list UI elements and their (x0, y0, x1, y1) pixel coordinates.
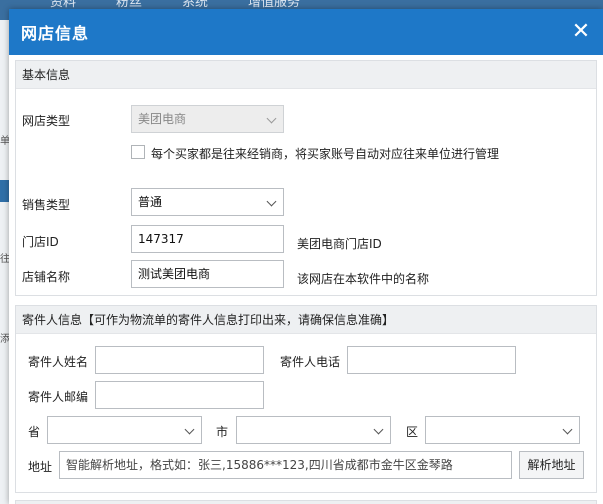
dialog-body: 基本信息 网店类型 美团电商 每个买家都是往来经销商，将买家账号自动对应往来单位… (9, 55, 603, 504)
store-id-hint: 美团电商门店ID (297, 237, 382, 251)
province-select[interactable] (47, 416, 202, 444)
shop-name-input[interactable]: 测试美团电商 (131, 260, 284, 288)
sender-phone-input[interactable] (347, 346, 516, 374)
background-menu: 资料 粉丝 系统 增值服务 (50, 0, 300, 8)
chevron-down-icon (266, 196, 277, 207)
store-id-label: 门店ID (22, 235, 59, 249)
shop-info-dialog: 网店信息 ✕ 基本信息 网店类型 美团电商 每个买家都是往来经销商，将买家账号自… (9, 9, 603, 504)
background-menu-item: 系统 (182, 0, 209, 8)
sender-phone-label: 寄件人电话 (280, 355, 341, 369)
sale-type-value: 普通 (138, 195, 163, 209)
sender-zip-label: 寄件人邮编 (28, 390, 89, 404)
sale-type-select[interactable]: 普通 (131, 188, 284, 216)
dialog-header: 网店信息 ✕ (9, 9, 603, 55)
dialog-title: 网店信息 (21, 24, 90, 43)
sender-info-section: 寄件人信息【可作为物流单的寄件人信息打印出来，请确保信息准确】 寄件人姓名 寄件… (15, 305, 597, 493)
province-label: 省 (28, 425, 41, 439)
shop-type-value: 美团电商 (138, 112, 187, 126)
chevron-down-icon (373, 424, 384, 435)
shop-type-label: 网店类型 (22, 114, 71, 128)
shop-name-label: 店铺名称 (22, 270, 71, 284)
background-menu-item: 增值服务 (248, 0, 301, 8)
sale-type-label: 销售类型 (22, 198, 71, 212)
city-select[interactable] (236, 416, 391, 444)
auto-dealer-checkbox[interactable] (131, 145, 145, 159)
basic-info-title: 基本信息 (16, 61, 596, 89)
shop-name-hint: 该网店在本软件中的名称 (297, 272, 430, 286)
sender-name-label: 寄件人姓名 (28, 355, 89, 369)
chevron-down-icon (266, 113, 277, 124)
shop-name-value: 测试美团电商 (138, 267, 211, 281)
auto-dealer-checkbox-label: 每个买家都是往来经销商，将买家账号自动对应往来单位进行管理 (151, 147, 500, 161)
city-label: 市 (216, 425, 229, 439)
parse-address-button[interactable]: 解析地址 (519, 451, 584, 479)
sender-info-title: 寄件人信息【可作为物流单的寄件人信息打印出来，请确保信息准确】 (16, 306, 596, 334)
address-placeholder: 智能解析地址，格式如：张三,15886***123,四川省成都市金牛区金琴路 (66, 458, 453, 472)
basic-info-section: 基本信息 网店类型 美团电商 每个买家都是往来经销商，将买家账号自动对应往来单位… (15, 60, 597, 296)
next-section-edge (15, 500, 597, 504)
store-id-value: 147317 (138, 232, 184, 246)
close-icon[interactable]: ✕ (571, 21, 591, 43)
district-label: 区 (406, 425, 419, 439)
sender-zip-input[interactable] (95, 381, 264, 409)
chevron-down-icon (562, 424, 573, 435)
district-select[interactable] (425, 416, 580, 444)
address-input[interactable]: 智能解析地址，格式如：张三,15886***123,四川省成都市金牛区金琴路 (59, 451, 512, 479)
sender-name-input[interactable] (95, 346, 264, 374)
shop-type-select[interactable]: 美团电商 (131, 105, 284, 133)
background-menu-item: 资料 (50, 0, 77, 8)
background-menu-item: 粉丝 (116, 0, 143, 8)
chevron-down-icon (184, 424, 195, 435)
store-id-input[interactable]: 147317 (131, 225, 284, 253)
address-label: 地址 (28, 460, 53, 474)
